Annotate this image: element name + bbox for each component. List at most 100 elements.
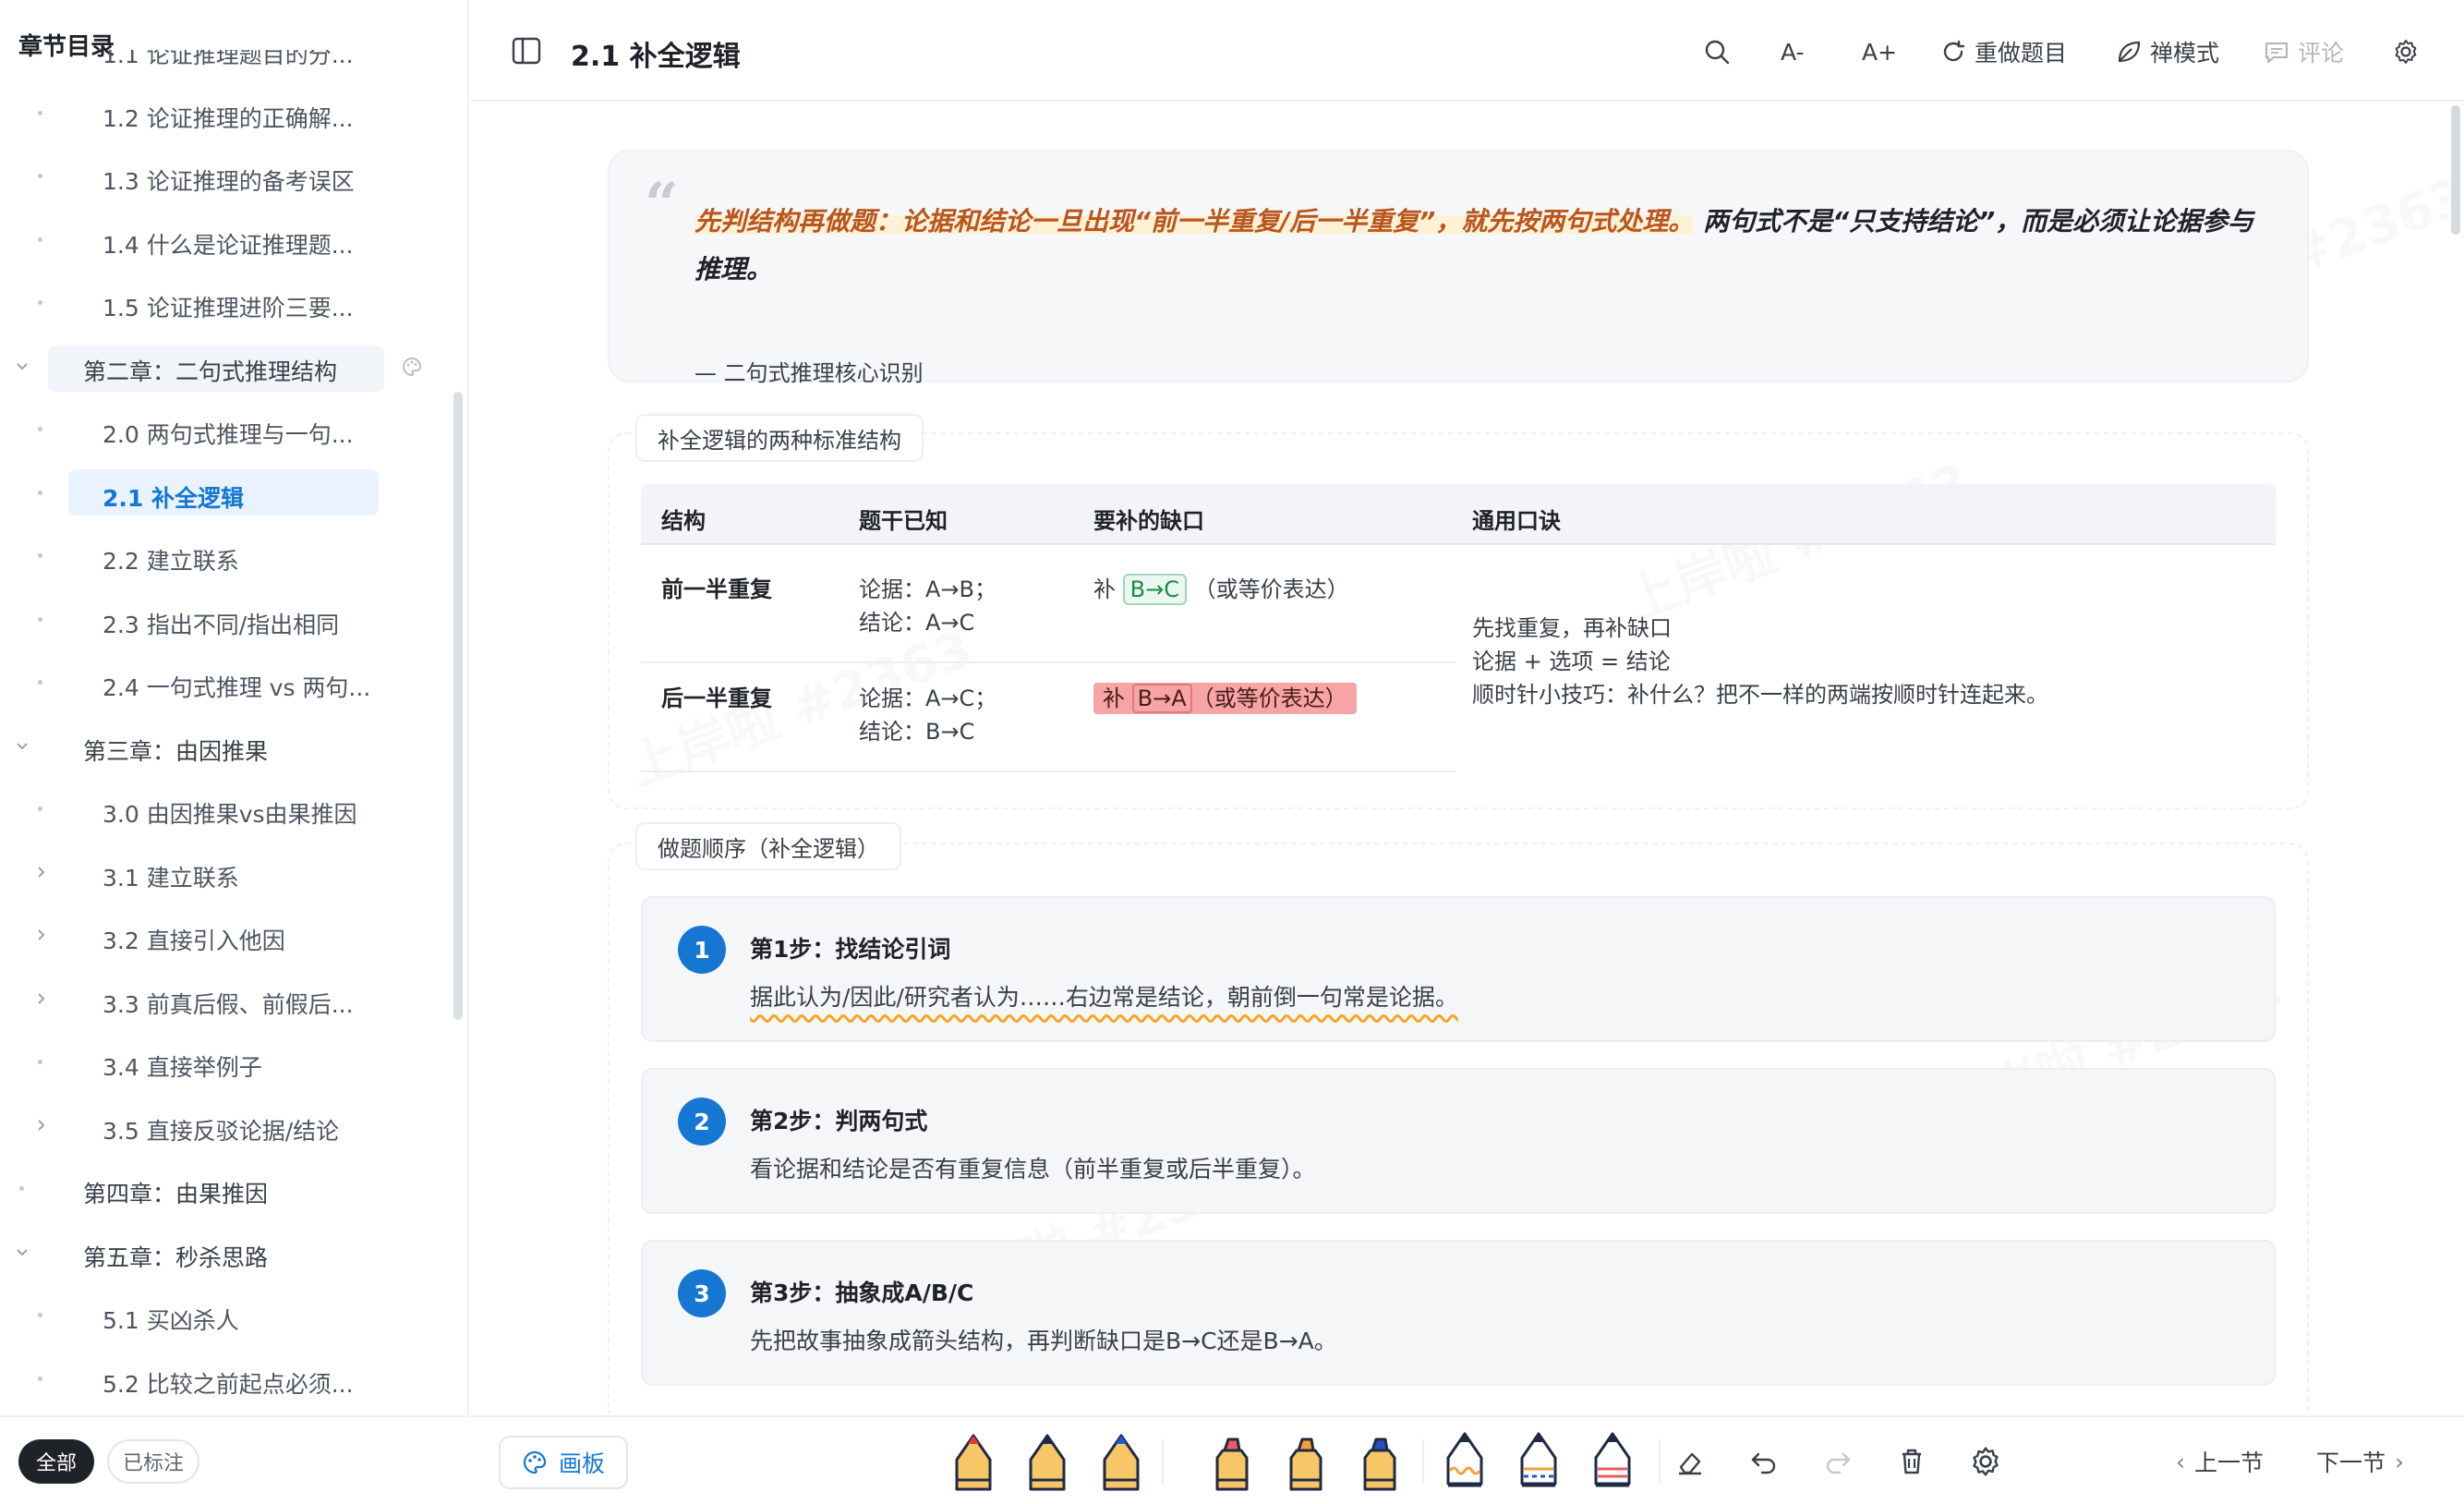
chevron-down-icon[interactable] (13, 357, 31, 375)
chevron-right-icon[interactable] (31, 989, 50, 1008)
zen-mode-button[interactable]: 禅模式 (2115, 33, 2219, 70)
toc-section-item[interactable]: 2.4 一句式推理 vs 两句... (0, 657, 453, 707)
mnemonic-line: 先找重复，再补缺口 (1472, 615, 1672, 641)
step-desc[interactable]: 据此认为/因此/研究者认为……右边常是结论，朝前倒一句常是论据。 (750, 979, 1458, 1013)
bullet-dot-icon (38, 490, 42, 495)
toc-section-item[interactable]: 1.3 论证推理的备考误区 (0, 151, 453, 200)
filter-all-button[interactable]: 全部 (18, 1439, 94, 1484)
pen-double-underline-icon[interactable] (1587, 1430, 1638, 1497)
palette-icon (523, 1450, 547, 1474)
palette-button[interactable]: 画板 (499, 1436, 628, 1489)
chevron-down-icon[interactable] (13, 736, 31, 755)
bullet-dot-icon (38, 1060, 42, 1064)
table-header: 结构 题干已知 要补的缺口 通用口诀 (641, 484, 2276, 545)
toc-section-item[interactable]: 2.1 补全逻辑 (0, 467, 453, 517)
step-card: 3 第3步：抽象成A/B/C 先把故事抽象成箭头结构，再判断缺口是B→C还是B→… (641, 1240, 2276, 1386)
gap-suffix: （或等价表达） (1191, 685, 1347, 711)
pencil-dark-icon[interactable] (1021, 1430, 1073, 1497)
table-cell-gap: 补 B→C （或等价表达） (1093, 573, 1349, 606)
gap-tag: B→C (1122, 574, 1187, 605)
step-number: 3 (678, 1269, 726, 1317)
toc-section-item[interactable]: 1.5 论证推理进阶三要... (0, 277, 453, 327)
content-scrollbar[interactable] (2451, 105, 2460, 235)
toc-item-label: 第四章：由果推因 (83, 1181, 269, 1207)
quote-highlight[interactable]: 先判结构再做题：论据和结论一旦出现“前一半重复/后一半重复”，就先按两句式处理。 (695, 206, 1695, 237)
toc-section-item[interactable]: 5.2 比较之前起点必须... (0, 1353, 453, 1403)
quote-icon: “ (645, 170, 679, 239)
step-title: 第1步：找结论引词 (750, 936, 951, 963)
pen-wavy-underline-icon[interactable] (1439, 1430, 1491, 1497)
comment-label: 评论 (2298, 40, 2345, 67)
toc-chapter-item[interactable]: 第三章：由因推果 (0, 721, 453, 770)
table-cell-known: 论据：A→C； (859, 685, 997, 711)
toc-scrollbar[interactable] (453, 392, 463, 1020)
toc-item-label: 3.3 前真后假、前假后... (103, 990, 354, 1018)
toc-section-item[interactable]: 1.1 论证推理题目的分... (0, 50, 453, 74)
chevron-right-icon[interactable] (31, 1116, 50, 1134)
gap-prefix: 补 (1103, 685, 1125, 711)
toc-item-label: 2.0 两句式推理与一句... (103, 421, 354, 448)
bullet-dot-icon (19, 1186, 24, 1191)
toc-section-item[interactable]: 1.2 论证推理的正确解... (0, 88, 453, 138)
toc-section-item[interactable]: 2.0 两句式推理与一句... (0, 404, 453, 454)
step-number: 2 (678, 1098, 726, 1146)
toc-list: 1.1 论证推理题目的分... 1.2 论证推理的正确解... 1.3 论证推理的备… (0, 50, 453, 1408)
toc-section-item[interactable]: 3.2 直接引入他因 (0, 910, 453, 960)
bullet-dot-icon (38, 50, 42, 52)
toc-item-label: 3.5 直接反驳论据/结论 (103, 1117, 340, 1145)
chevron-down-icon[interactable] (13, 1243, 31, 1261)
chevron-right-icon[interactable] (31, 863, 50, 881)
gear-icon[interactable] (1969, 1445, 2002, 1478)
palette-label: 画板 (558, 1450, 605, 1477)
marker-blue-icon[interactable] (1354, 1430, 1406, 1497)
chevron-right-icon[interactable] (31, 926, 50, 944)
toc-chapter-item[interactable]: 第五章：秒杀思路 (0, 1227, 453, 1277)
step-card: 1 第1步：找结论引词 据此认为/因此/研究者认为……右边常是结论，朝前倒一句常… (641, 896, 2276, 1042)
marker-orange-icon[interactable] (1280, 1430, 1332, 1497)
pencil-blue-icon[interactable] (1095, 1430, 1147, 1497)
bullet-dot-icon (38, 300, 42, 305)
pencil-red-icon[interactable] (948, 1430, 999, 1497)
toc-section-item[interactable]: 3.3 前真后假、前假后... (0, 974, 453, 1024)
marker-red-icon[interactable] (1206, 1430, 1258, 1497)
toc-section-item[interactable]: 3.4 直接举例子 (0, 1037, 453, 1086)
toc-chapter-item[interactable]: 第二章：二句式推理结构 (0, 341, 453, 392)
settings-button[interactable] (2392, 33, 2420, 70)
font-larger-button[interactable]: A+ (1862, 33, 1897, 70)
redo-button[interactable]: 重做题目 (1939, 33, 2067, 70)
toc-section-item[interactable]: 3.1 建立联系 (0, 847, 453, 897)
content-area: 上岸啦 #2363 上岸啦 #2363 上岸啦 #2363 上岸啦 #2363 … (471, 103, 2449, 1413)
prev-section-label: 上一节 (2194, 1449, 2265, 1476)
palette-icon[interactable] (401, 356, 423, 378)
gear-icon (2395, 40, 2417, 64)
table-cell-gap[interactable]: 补 B→A （或等价表达） (1093, 682, 1357, 715)
font-smaller-button[interactable]: A- (1781, 33, 1805, 70)
comment-button[interactable]: 评论 (2263, 33, 2344, 70)
table-header-cell: 题干已知 (859, 508, 948, 534)
toc-section-item[interactable]: 2.2 建立联系 (0, 530, 453, 580)
toc-item-label: 2.3 指出不同/指出相同 (103, 611, 340, 638)
redo-icon[interactable] (1821, 1445, 1854, 1478)
toc-section-item[interactable]: 1.4 什么是论证推理题... (0, 214, 453, 264)
toc-item-label: 第三章：由因推果 (83, 737, 269, 765)
toc-section-item[interactable]: 5.1 买凶杀人 (0, 1290, 453, 1340)
toc-chapter-item[interactable]: 第四章：由果推因 (0, 1163, 453, 1213)
table-header-cell: 通用口诀 (1472, 508, 1561, 534)
toc-section-item[interactable]: 3.5 直接反驳论据/结论 (0, 1100, 453, 1150)
quote-text: 先判结构再做题：论据和结论一旦出现“前一半重复/后一半重复”，就先按两句式处理。… (695, 198, 2265, 294)
sidebar-toggle-icon[interactable] (512, 37, 541, 65)
next-section-button[interactable]: 下一节 › (2316, 1445, 2404, 1478)
undo-icon[interactable] (1747, 1445, 1781, 1478)
toc-section-item[interactable]: 2.3 指出不同/指出相同 (0, 594, 453, 644)
search-button[interactable] (1703, 33, 1731, 70)
toc-item-label: 第五章：秒杀思路 (83, 1243, 269, 1271)
prev-section-button[interactable]: ‹ 上一节 (2176, 1445, 2264, 1478)
gap-suffix: （或等价表达） (1193, 576, 1349, 602)
filter-marked-button[interactable]: 已标注 (107, 1439, 199, 1484)
eraser-icon[interactable] (1673, 1445, 1707, 1478)
quote-card: “ 先判结构再做题：论据和结论一旦出现“前一半重复/后一半重复”，就先按两句式处… (608, 150, 2309, 386)
trash-icon[interactable] (1895, 1445, 1928, 1478)
bullet-dot-icon (38, 237, 42, 242)
pen-dashed-underline-icon[interactable] (1513, 1430, 1564, 1497)
toc-section-item[interactable]: 3.0 由因推果vs由果推因 (0, 783, 453, 833)
